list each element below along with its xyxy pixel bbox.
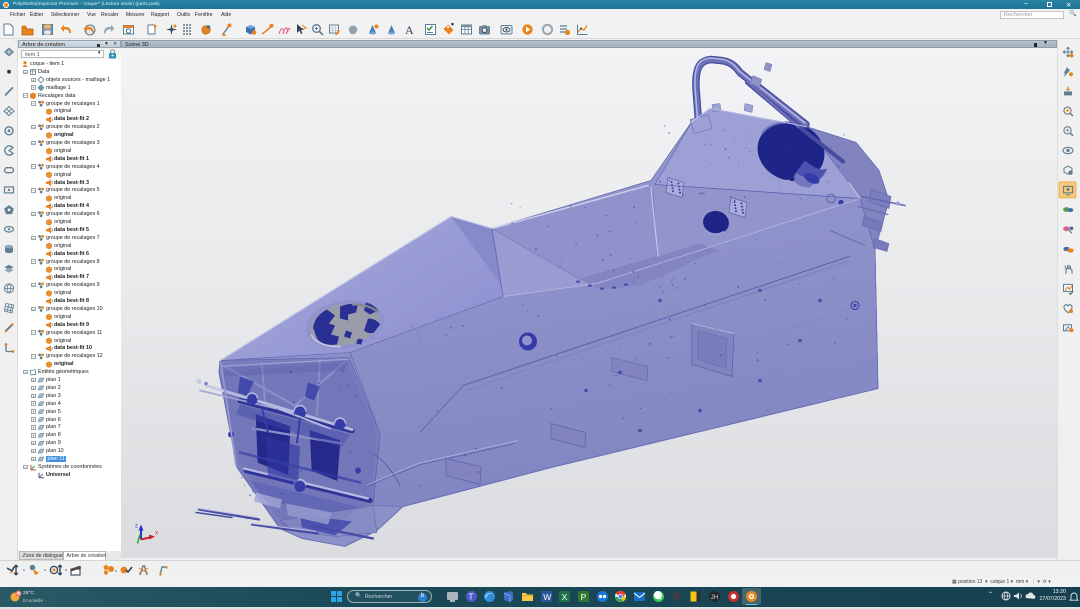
svg-text:W: W <box>543 592 551 602</box>
svg-text:A: A <box>405 23 414 37</box>
svg-text:X: X <box>562 592 568 602</box>
svg-text:P: P <box>580 592 586 602</box>
svg-text:JH: JH <box>711 595 718 601</box>
svg-text:x: x <box>155 530 158 536</box>
svg-text:T: T <box>468 592 473 601</box>
svg-text:z: z <box>135 523 138 529</box>
